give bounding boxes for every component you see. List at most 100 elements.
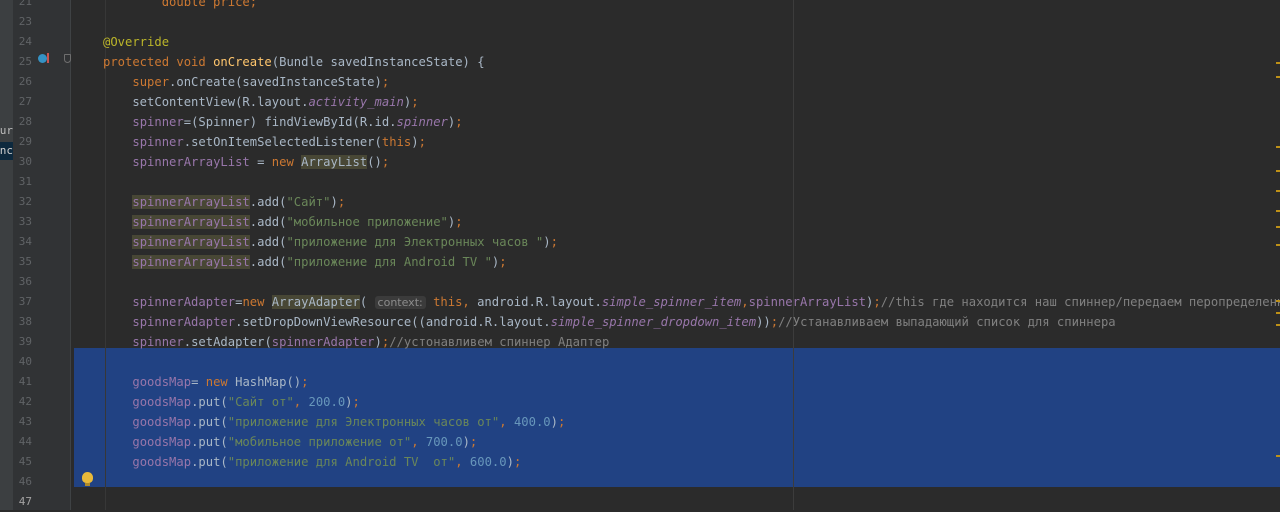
error-stripe-marker[interactable] (1276, 324, 1280, 326)
code-token: ; (352, 395, 360, 409)
code-text[interactable]: spinnerArrayList.add("Сайт"); (103, 192, 345, 212)
code-text[interactable]: spinner.setAdapter(spinnerAdapter);//уст… (103, 332, 609, 352)
code-line[interactable]: 34 spinnerArrayList.add("приложение для … (0, 232, 1280, 252)
code-text[interactable]: spinnerArrayList.add("приложение для Эле… (103, 232, 558, 252)
code-line[interactable]: 23 (0, 12, 1280, 32)
code-line[interactable]: 44 goodsMap.put("мобильное приложение от… (0, 432, 1280, 452)
code-line[interactable]: 24 @Override (0, 32, 1280, 52)
code-token: goodsMap (132, 435, 192, 449)
code-token: spinnerArrayList (132, 195, 250, 209)
code-token: = (249, 155, 272, 169)
code-token: ; (770, 315, 779, 329)
code-line[interactable]: 36 (0, 272, 1280, 292)
line-number: 35 (18, 255, 32, 268)
line-number: 34 (18, 235, 32, 248)
code-line[interactable]: 30 spinnerArrayList = new ArrayList(); (0, 152, 1280, 172)
code-token: android.R.layout. (477, 295, 602, 309)
code-text[interactable]: spinner=(Spinner) findViewById(R.id.spin… (103, 112, 463, 132)
error-stripe-marker[interactable] (1276, 226, 1280, 228)
code-line[interactable]: 31 (0, 172, 1280, 192)
code-line[interactable]: 42 goodsMap.put("Сайт от", 200.0); (0, 392, 1280, 412)
code-text[interactable]: double price; (103, 0, 257, 12)
code-line[interactable]: 33 spinnerArrayList.add("мобильное прило… (0, 212, 1280, 232)
code-text[interactable]: goodsMap.put("приложение для Электронных… (103, 412, 565, 432)
code-text[interactable]: spinnerArrayList = new ArrayList(); (103, 152, 389, 172)
code-token: this (381, 135, 412, 149)
code-text[interactable]: spinnerAdapter.setDropDownViewResource((… (103, 312, 1115, 332)
code-line[interactable]: 29 spinner.setOnItemSelectedListener(thi… (0, 132, 1280, 152)
code-line[interactable]: 40 (0, 352, 1280, 372)
code-text[interactable]: setContentView(R.layout.activity_main); (103, 92, 419, 112)
line-number: 30 (18, 155, 32, 168)
code-token: ; (469, 435, 478, 449)
code-line[interactable]: 41 goodsMap= new HashMap(); (0, 372, 1280, 392)
code-line[interactable]: 35 spinnerArrayList.add("приложение для … (0, 252, 1280, 272)
code-line[interactable]: 28 spinner=(Spinner) findViewById(R.id.s… (0, 112, 1280, 132)
code-line[interactable]: 37 spinnerAdapter=new ArrayAdapter( cont… (0, 292, 1280, 312)
code-text[interactable]: spinnerArrayList.add("приложение для And… (103, 252, 507, 272)
code-text[interactable]: goodsMap.put("приложение для Android TV … (103, 452, 521, 472)
line-number: 23 (18, 15, 32, 28)
code-token: () (367, 155, 382, 169)
code-token: spinner (132, 115, 184, 129)
error-stripe-marker[interactable] (1276, 146, 1280, 148)
code-line[interactable]: 39 spinner.setAdapter(spinnerAdapter);//… (0, 332, 1280, 352)
error-stripe-marker[interactable] (1276, 455, 1280, 457)
code-line[interactable]: 26 super.onCreate(savedInstanceState); (0, 72, 1280, 92)
error-stripe-marker[interactable] (1276, 76, 1280, 78)
code-token: ; (337, 195, 346, 209)
code-token: .setAdapter( (183, 335, 272, 349)
error-stripe-marker[interactable] (1276, 190, 1280, 192)
error-stripe-marker[interactable] (1276, 312, 1280, 314)
code-token: spinnerArrayList (132, 235, 250, 249)
code-line[interactable]: 32 spinnerArrayList.add("Сайт"); (0, 192, 1280, 212)
code-text[interactable]: goodsMap.put("Сайт от", 200.0); (103, 392, 360, 412)
code-line[interactable]: 21 double price; (0, 0, 1280, 12)
code-token: ) (374, 335, 382, 349)
error-stripe-marker[interactable] (1276, 62, 1280, 64)
code-text[interactable]: super.onCreate(savedInstanceState); (103, 72, 389, 92)
code-token: super (132, 75, 170, 89)
code-token: 200.0 (308, 395, 346, 409)
code-text[interactable]: @Override (103, 32, 169, 52)
error-stripe-marker[interactable] (1276, 300, 1280, 302)
code-line[interactable]: 47 (0, 492, 1280, 512)
code-text[interactable]: spinnerArrayList.add("мобильное приложен… (103, 212, 463, 232)
code-line[interactable]: 38 spinnerAdapter.setDropDownViewResourc… (0, 312, 1280, 332)
code-token: .put( (191, 415, 228, 429)
fold-icon[interactable] (64, 54, 71, 63)
error-stripe-marker[interactable] (1276, 244, 1280, 246)
code-token: ArrayAdapter (271, 295, 360, 309)
line-number: 25 (18, 55, 32, 68)
code-text[interactable]: goodsMap= new HashMap(); (103, 372, 308, 392)
line-number: 27 (18, 95, 32, 108)
code-line[interactable]: 25 protected void onCreate(Bundle savedIn… (0, 52, 1280, 72)
code-token: onCreate (213, 55, 272, 69)
code-token: goodsMap (132, 375, 192, 389)
code-line[interactable]: 43 goodsMap.put("приложение для Электрон… (0, 412, 1280, 432)
code-text[interactable]: protected void onCreate(Bundle savedInst… (103, 52, 485, 72)
line-number: 24 (18, 35, 32, 48)
code-token: @Override (103, 35, 170, 49)
error-stripe-marker[interactable] (1276, 170, 1280, 172)
code-token: ; (411, 95, 419, 109)
code-token: ; (455, 115, 463, 129)
code-line[interactable]: 46 (0, 472, 1280, 492)
code-text[interactable]: spinner.setOnItemSelectedListener(this); (103, 132, 426, 152)
lightbulb-icon[interactable] (82, 472, 93, 483)
code-token: ) (411, 135, 419, 149)
error-stripe-marker[interactable] (1276, 210, 1280, 212)
line-number: 38 (18, 315, 32, 328)
code-token: ) (462, 435, 470, 449)
line-number: 47 (18, 495, 32, 508)
override-marker-icon[interactable] (38, 54, 47, 63)
code-text[interactable]: spinnerAdapter=new ArrayAdapter( context… (103, 292, 1280, 313)
code-token: new (271, 155, 302, 169)
code-line[interactable]: 27 setContentView(R.layout.activity_main… (0, 92, 1280, 112)
code-token: simple_spinner_item (601, 295, 742, 309)
code-line[interactable]: 45 goodsMap.put("приложение для Android … (0, 452, 1280, 472)
code-text[interactable]: goodsMap.put("мобильное приложение от", … (103, 432, 477, 452)
code-token: ; (550, 235, 558, 249)
